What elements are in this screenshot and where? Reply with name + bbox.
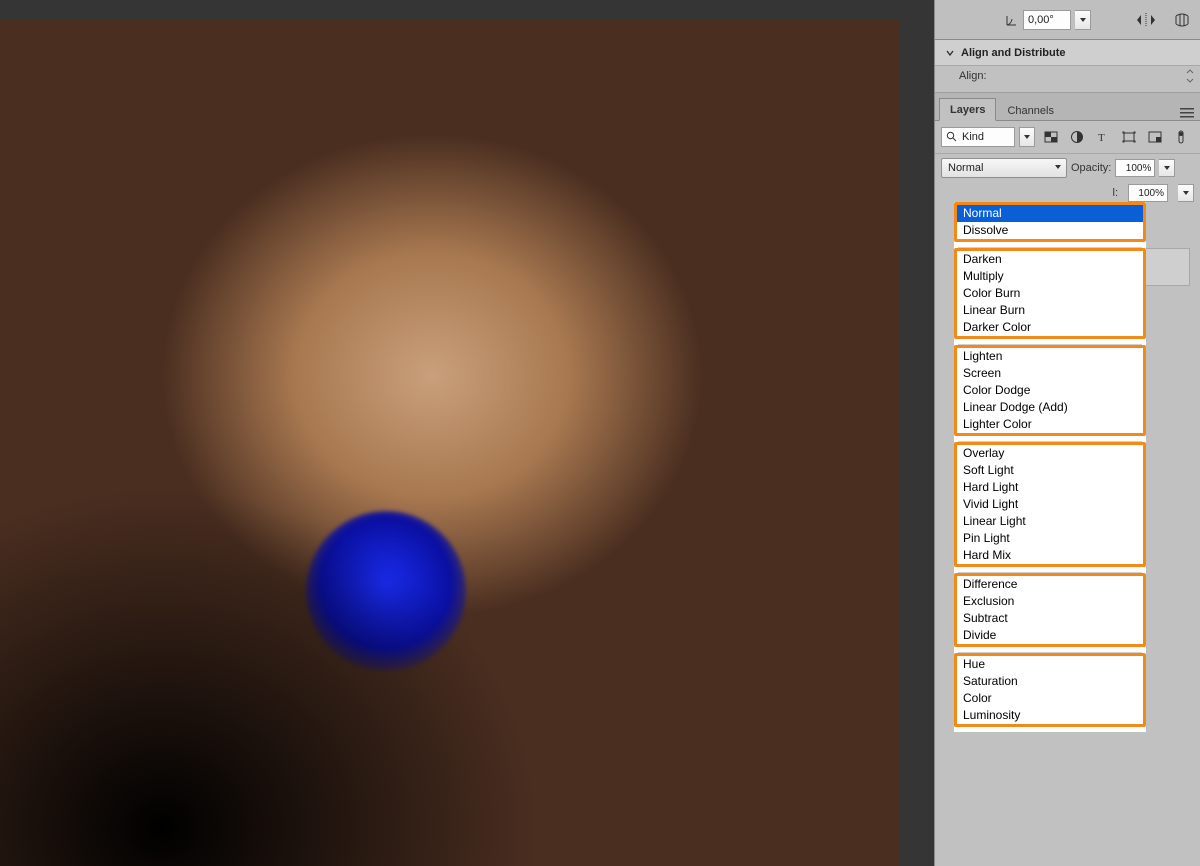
blend-mode-group: DarkenMultiplyColor BurnLinear BurnDarke… — [954, 248, 1146, 339]
flip-horizontal-icon[interactable] — [1136, 10, 1156, 30]
blend-mode-option[interactable]: Overlay — [957, 445, 1143, 462]
smart-object-icon[interactable] — [1147, 129, 1163, 145]
opacity-value: 100% — [1126, 163, 1152, 174]
app-root: 0,00° Align and Distribute Align: — [0, 0, 1200, 866]
blend-mode-option[interactable]: Color — [957, 690, 1143, 707]
blend-mode-option[interactable]: Linear Light — [957, 513, 1143, 530]
align-distribute-body: Align: — [935, 66, 1200, 93]
blend-mode-option[interactable]: Darker Color — [957, 319, 1143, 336]
blend-mode-option[interactable]: Darken — [957, 251, 1143, 268]
blend-mode-select[interactable]: Normal — [941, 158, 1067, 178]
blend-mode-option[interactable]: Dissolve — [957, 222, 1143, 239]
blend-mode-option[interactable]: Hard Mix — [957, 547, 1143, 564]
blend-mode-group: OverlaySoft LightHard LightVivid LightLi… — [954, 442, 1146, 567]
blend-mode-option[interactable]: Divide — [957, 627, 1143, 644]
rotation-angle-value: 0,00° — [1028, 14, 1054, 26]
tab-layers-label: Layers — [950, 104, 985, 116]
layer-filter-row: Kind T — [935, 121, 1200, 154]
type-layer-icon[interactable]: T — [1095, 129, 1111, 145]
blend-mode-value: Normal — [948, 162, 983, 174]
blend-mode-option[interactable]: Screen — [957, 365, 1143, 382]
blend-mode-option[interactable]: Multiply — [957, 268, 1143, 285]
layer-filter-kind-select[interactable]: Kind — [941, 127, 1015, 147]
blend-mode-group: HueSaturationColorLuminosity — [954, 653, 1146, 727]
document-image[interactable] — [0, 20, 900, 866]
blend-mode-option[interactable]: Linear Burn — [957, 302, 1143, 319]
options-bar-right-icons — [1136, 10, 1192, 30]
svg-text:T: T — [1098, 132, 1105, 143]
rotation-angle-dropdown[interactable] — [1075, 10, 1091, 30]
panel-tabs: Layers Channels — [935, 93, 1200, 121]
blend-mode-option[interactable]: Saturation — [957, 673, 1143, 690]
blend-mode-option[interactable]: Vivid Light — [957, 496, 1143, 513]
blend-mode-option[interactable]: Soft Light — [957, 462, 1143, 479]
blend-mode-option[interactable]: Linear Dodge (Add) — [957, 399, 1143, 416]
rotation-angle-field[interactable]: 0,00° — [1023, 10, 1071, 30]
chevron-down-icon — [945, 48, 955, 58]
blend-mode-group: DifferenceExclusionSubtractDivide — [954, 573, 1146, 647]
blend-mode-group: NormalDissolve — [954, 202, 1146, 242]
align-label: Align: — [959, 70, 987, 82]
canvas-area[interactable] — [0, 0, 934, 866]
blend-mode-option[interactable]: Color Dodge — [957, 382, 1143, 399]
opacity-label: Opacity: — [1071, 162, 1111, 174]
layer-filter-kind-dropdown[interactable] — [1019, 127, 1035, 147]
fill-label: l: — [1113, 187, 1119, 199]
panel-menu-icon[interactable] — [1178, 102, 1196, 120]
layer-filter-icons: T — [1043, 129, 1189, 145]
tab-layers[interactable]: Layers — [939, 98, 996, 121]
blend-mode-option[interactable]: Hue — [957, 656, 1143, 673]
blend-mode-option[interactable]: Luminosity — [957, 707, 1143, 724]
fill-field[interactable]: 100% — [1128, 184, 1168, 202]
tab-channels-label: Channels — [1007, 105, 1053, 117]
blend-mode-option[interactable]: Lighter Color — [957, 416, 1143, 433]
fill-value: 100% — [1138, 188, 1164, 199]
blend-mode-option[interactable]: Color Burn — [957, 285, 1143, 302]
warp-reset-icon[interactable] — [1172, 10, 1192, 30]
blend-mode-option[interactable]: Hard Light — [957, 479, 1143, 496]
tab-channels[interactable]: Channels — [996, 99, 1064, 121]
blend-opacity-row: Normal Opacity: 100% — [935, 154, 1200, 182]
adjustment-layer-icon[interactable] — [1069, 129, 1085, 145]
blend-mode-option[interactable]: Normal — [957, 205, 1143, 222]
fill-dropdown[interactable] — [1178, 184, 1194, 202]
layer-filter-kind-label: Kind — [962, 131, 984, 143]
chevron-down-icon — [1054, 162, 1062, 174]
filter-toggle-icon[interactable] — [1173, 129, 1189, 145]
blend-mode-option[interactable]: Subtract — [957, 610, 1143, 627]
pixel-layer-icon[interactable] — [1043, 129, 1059, 145]
align-distribute-header[interactable]: Align and Distribute — [935, 40, 1200, 66]
blend-mode-group: LightenScreenColor DodgeLinear Dodge (Ad… — [954, 345, 1146, 436]
opacity-dropdown[interactable] — [1159, 159, 1175, 177]
chevron-down-icon[interactable] — [1186, 68, 1194, 87]
search-icon — [946, 131, 958, 143]
shape-layer-icon[interactable] — [1121, 129, 1137, 145]
blend-mode-option[interactable]: Lighten — [957, 348, 1143, 365]
blend-mode-dropdown-list[interactable]: NormalDissolveDarkenMultiplyColor BurnLi… — [954, 202, 1146, 732]
blend-mode-option[interactable]: Exclusion — [957, 593, 1143, 610]
opacity-field[interactable]: 100% — [1115, 159, 1155, 177]
align-distribute-title: Align and Distribute — [961, 47, 1066, 59]
options-bar: 0,00° — [935, 0, 1200, 40]
blend-mode-option[interactable]: Pin Light — [957, 530, 1143, 547]
angle-icon — [1005, 13, 1019, 27]
blend-mode-option[interactable]: Difference — [957, 576, 1143, 593]
